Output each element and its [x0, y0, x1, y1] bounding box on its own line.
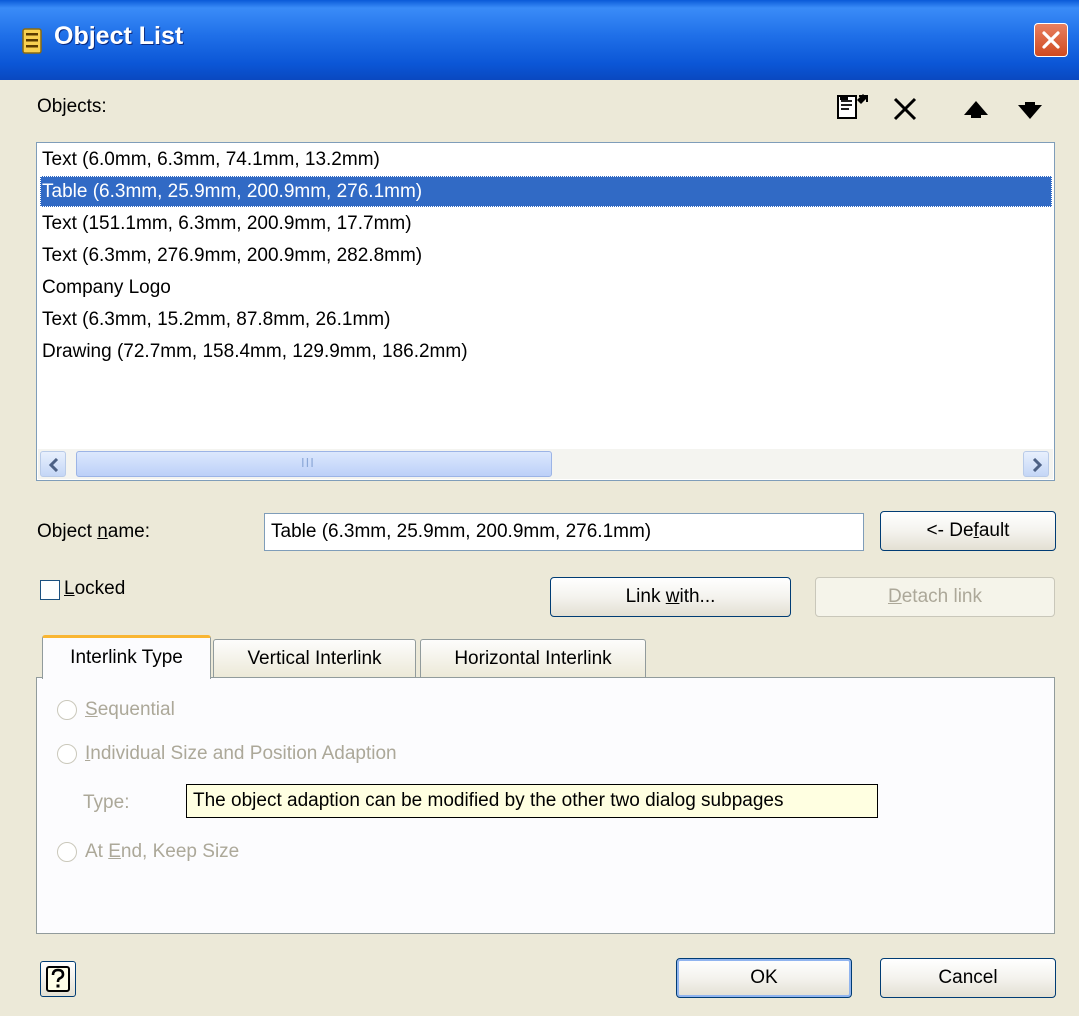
list-item[interactable]: Text (6.3mm, 276.9mm, 200.9mm, 282.8mm): [40, 240, 1052, 271]
link-with-mnemonic: w: [665, 586, 680, 607]
cancel-button[interactable]: Cancel: [880, 958, 1056, 998]
at-end-prefix: At: [85, 841, 109, 862]
at-end-keep-size-label[interactable]: At End, Keep Size: [85, 841, 239, 863]
locked-label[interactable]: Locked: [64, 578, 125, 600]
detach-link-button[interactable]: Detach link: [815, 577, 1055, 617]
tab-horizontal-interlink[interactable]: Horizontal Interlink: [420, 639, 646, 677]
locked-mnemonic: L: [64, 578, 75, 599]
detach-link-rest: etach link: [901, 586, 982, 607]
tab-vertical-interlink[interactable]: Vertical Interlink: [213, 639, 416, 677]
scroll-right-button[interactable]: [1023, 451, 1049, 477]
at-end-mnemonic: E: [108, 841, 121, 862]
link-with-prefix: Link: [625, 586, 666, 607]
list-item[interactable]: Drawing (72.7mm, 158.4mm, 129.9mm, 186.2…: [40, 336, 1052, 367]
individual-rest: ndividual Size and Position Adaption: [90, 743, 397, 764]
type-label: Type:: [83, 792, 130, 813]
individual-adaption-label[interactable]: Individual Size and Position Adaption: [85, 743, 397, 765]
detach-link-mnemonic: D: [887, 586, 902, 607]
tooltip: The object adaption can be modified by t…: [186, 784, 878, 818]
window-title: Object List: [54, 22, 184, 50]
move-up-icon[interactable]: [962, 99, 990, 121]
delete-icon[interactable]: [892, 96, 918, 122]
sequential-label[interactable]: Sequential: [85, 699, 175, 721]
tab-interlink-type[interactable]: Interlink Type: [42, 635, 211, 679]
help-button[interactable]: [40, 961, 76, 997]
object-name-label-mnemonic: n: [97, 521, 108, 542]
objects-listbox[interactable]: Text (6.0mm, 6.3mm, 74.1mm, 13.2mm) Tabl…: [36, 142, 1055, 481]
close-button[interactable]: [1034, 23, 1068, 57]
scroll-thumb[interactable]: III: [76, 451, 552, 477]
scroll-left-icon: [48, 458, 59, 472]
object-name-input[interactable]: Table (6.3mm, 25.9mm, 200.9mm, 276.1mm): [264, 513, 864, 551]
close-icon: [1042, 31, 1060, 49]
at-end-keep-size-radio[interactable]: [57, 842, 77, 862]
list-item[interactable]: Text (151.1mm, 6.3mm, 200.9mm, 17.7mm): [40, 208, 1052, 239]
objects-label: Objects:: [37, 96, 107, 117]
sequential-radio[interactable]: [57, 700, 77, 720]
move-down-icon[interactable]: [1016, 99, 1044, 121]
individual-adaption-radio[interactable]: [57, 744, 77, 764]
object-name-label-suffix: ame:: [107, 521, 151, 542]
ok-button[interactable]: OK: [676, 958, 852, 998]
list-item[interactable]: Company Logo: [40, 272, 1052, 303]
link-with-suffix: ith...: [679, 586, 716, 607]
object-list-dialog: Object List Objects: Text (6.0mm, 6.3mm,…: [0, 0, 1079, 1016]
default-button[interactable]: <- Default: [880, 511, 1056, 551]
list-item-selected[interactable]: Table (6.3mm, 25.9mm, 200.9mm, 276.1mm): [40, 176, 1052, 207]
horizontal-scrollbar[interactable]: III: [38, 449, 1053, 479]
properties-icon[interactable]: [835, 92, 871, 122]
list-item[interactable]: Text (6.0mm, 6.3mm, 74.1mm, 13.2mm): [40, 144, 1052, 175]
list-item[interactable]: Text (6.3mm, 15.2mm, 87.8mm, 26.1mm): [40, 304, 1052, 335]
scroll-right-icon: [1032, 458, 1043, 472]
sequential-mnemonic: S: [85, 699, 98, 720]
object-name-label: Object name:: [37, 521, 150, 543]
sequential-rest: equential: [97, 699, 175, 720]
link-with-button[interactable]: Link with...: [550, 577, 791, 617]
locked-checkbox[interactable]: [40, 580, 60, 600]
object-list-icon: [22, 28, 42, 54]
help-icon: [46, 966, 70, 992]
object-name-label-prefix: Object: [37, 521, 98, 542]
locked-rest: ocked: [74, 578, 126, 599]
title-bar[interactable]: Object List: [0, 0, 1079, 80]
default-button-prefix: <- De: [926, 520, 974, 541]
at-end-suffix: nd, Keep Size: [120, 841, 240, 862]
scroll-thumb-grip: III: [301, 455, 315, 470]
scroll-left-button[interactable]: [40, 451, 66, 477]
default-button-suffix: ault: [978, 520, 1010, 541]
